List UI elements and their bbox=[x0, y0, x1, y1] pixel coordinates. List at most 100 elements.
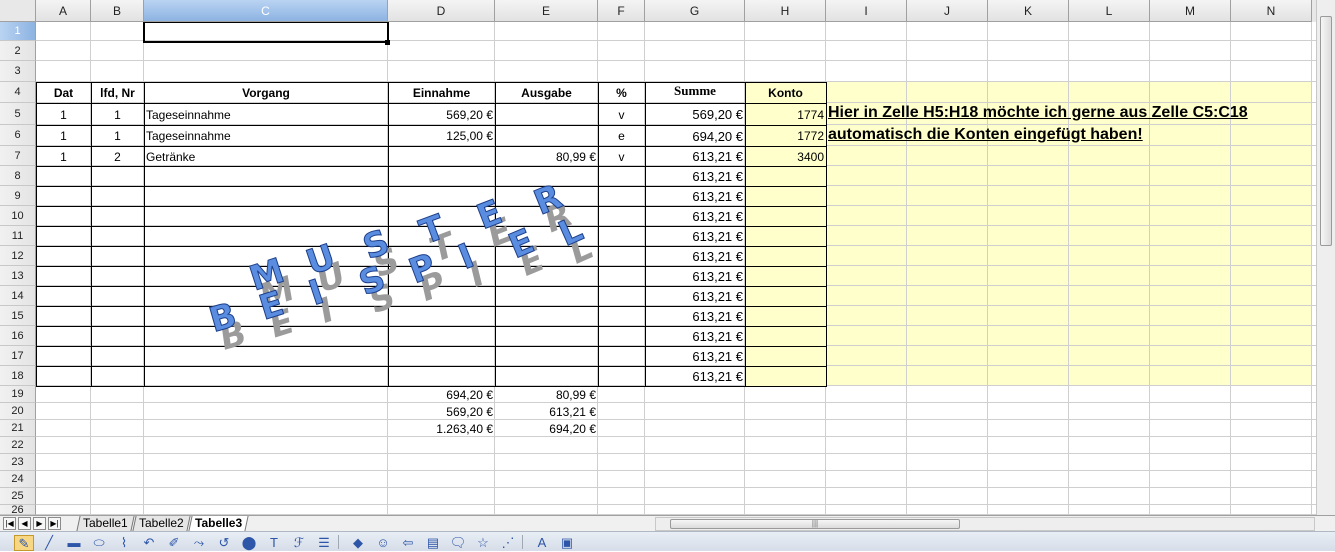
from-file-icon[interactable]: ▣ bbox=[557, 535, 577, 551]
cell-summe[interactable]: 613,21 € bbox=[645, 346, 745, 366]
column-header-d[interactable]: D bbox=[388, 0, 495, 22]
sheet-tab-tabelle2[interactable]: Tabelle2 bbox=[132, 516, 191, 531]
row-header-8[interactable]: 8 bbox=[0, 166, 36, 186]
text-icon[interactable]: T bbox=[264, 535, 284, 551]
connector-icon[interactable]: ⤳ bbox=[189, 535, 209, 551]
total-ausgabe[interactable]: 613,21 € bbox=[495, 403, 598, 420]
header-percent[interactable]: % bbox=[598, 82, 645, 103]
column-header-b[interactable]: B bbox=[91, 0, 144, 22]
cell-einnahme[interactable] bbox=[388, 146, 495, 166]
row-header-19[interactable]: 19 bbox=[0, 386, 36, 403]
row-header-2[interactable]: 2 bbox=[0, 41, 36, 61]
cell-summe[interactable]: 613,21 € bbox=[645, 186, 745, 206]
header-dat[interactable]: Dat bbox=[36, 82, 91, 103]
column-header-f[interactable]: F bbox=[598, 0, 645, 22]
pen-icon[interactable]: ✐ bbox=[164, 535, 184, 551]
cell-percent[interactable]: v bbox=[598, 146, 645, 166]
total-einnahme[interactable]: 694,20 € bbox=[388, 386, 495, 403]
row-header-10[interactable]: 10 bbox=[0, 206, 36, 226]
row-header-4[interactable]: 4 bbox=[0, 82, 36, 103]
horizontal-scrollbar[interactable]: ||| bbox=[655, 517, 1315, 531]
sheet-tab-tabelle1[interactable]: Tabelle1 bbox=[76, 516, 135, 531]
cell-summe[interactable]: 613,21 € bbox=[645, 286, 745, 306]
arc-icon[interactable]: ↺ bbox=[214, 535, 234, 551]
header-lfd-nr[interactable]: lfd, Nr bbox=[91, 82, 144, 103]
basic-shapes-icon[interactable]: ◆ bbox=[348, 535, 368, 551]
column-header-l[interactable]: L bbox=[1069, 0, 1150, 22]
column-header-a[interactable]: A bbox=[36, 0, 91, 22]
last-sheet-button[interactable]: ▶| bbox=[48, 517, 61, 530]
cell-dat[interactable]: 1 bbox=[36, 125, 91, 146]
selected-cell-c1[interactable] bbox=[143, 21, 389, 43]
cell-einnahme[interactable]: 569,20 € bbox=[388, 103, 495, 125]
select-all-corner[interactable] bbox=[0, 0, 36, 22]
cell-lfd[interactable]: 1 bbox=[91, 125, 144, 146]
vertical-scrollbar[interactable] bbox=[1316, 0, 1335, 515]
cell-percent[interactable]: v bbox=[598, 103, 645, 125]
column-header-m[interactable]: M bbox=[1150, 0, 1231, 22]
cell-dat[interactable]: 1 bbox=[36, 146, 91, 166]
freeform-icon[interactable]: ⌇ bbox=[114, 535, 134, 551]
cell-summe[interactable]: 613,21 € bbox=[645, 366, 745, 386]
sheet-tab-tabelle3[interactable]: Tabelle3 bbox=[188, 516, 249, 531]
points-icon[interactable]: ⋰ bbox=[498, 535, 518, 551]
column-header-k[interactable]: K bbox=[988, 0, 1069, 22]
cell-summe[interactable]: 613,21 € bbox=[645, 226, 745, 246]
note-line-2[interactable]: automatisch die Konten eingefügt haben! bbox=[828, 126, 1143, 144]
flowchart-icon[interactable]: ▤ bbox=[423, 535, 443, 551]
cell-dat[interactable]: 1 bbox=[36, 103, 91, 125]
stars-icon[interactable]: ☆ bbox=[473, 535, 493, 551]
row-header-24[interactable]: 24 bbox=[0, 471, 36, 488]
vertical-scroll-thumb[interactable] bbox=[1320, 16, 1332, 246]
total-einnahme[interactable]: 1.263,40 € bbox=[388, 420, 495, 437]
row-header-25[interactable]: 25 bbox=[0, 488, 36, 505]
fill-handle[interactable] bbox=[385, 40, 390, 45]
column-header-i[interactable]: I bbox=[826, 0, 907, 22]
row-header-15[interactable]: 15 bbox=[0, 306, 36, 326]
row-header-3[interactable]: 3 bbox=[0, 61, 36, 82]
row-header-6[interactable]: 6 bbox=[0, 125, 36, 146]
cell-summe[interactable]: 613,21 € bbox=[645, 306, 745, 326]
header-summe[interactable]: Summe bbox=[645, 82, 745, 103]
row-header-23[interactable]: 23 bbox=[0, 454, 36, 471]
cell-grid[interactable]: 1 2 3 4 5 6 7 8 9 10 11 12 13 14 15 16 17 18 19 20 21 22 23 24 2… bbox=[0, 0, 1316, 515]
cell-summe[interactable]: 694,20 € bbox=[645, 125, 745, 146]
ellipse-icon[interactable]: ⬭ bbox=[89, 535, 109, 551]
line-icon[interactable]: ╱ bbox=[39, 535, 59, 551]
bubble-icon[interactable]: ⬤ bbox=[239, 535, 259, 551]
row-header-1[interactable]: 1 bbox=[0, 22, 36, 41]
next-sheet-button[interactable]: ▶ bbox=[33, 517, 46, 530]
cell-summe[interactable]: 613,21 € bbox=[645, 206, 745, 226]
cell-percent[interactable]: e bbox=[598, 125, 645, 146]
first-sheet-button[interactable]: |◀ bbox=[3, 517, 16, 530]
total-ausgabe[interactable]: 694,20 € bbox=[495, 420, 598, 437]
row-header-26[interactable]: 26 bbox=[0, 505, 36, 515]
total-einnahme[interactable]: 569,20 € bbox=[388, 403, 495, 420]
cell-ausgabe[interactable] bbox=[495, 125, 598, 146]
cell-vorgang[interactable]: Getränke bbox=[144, 146, 388, 166]
horizontal-scroll-thumb[interactable]: ||| bbox=[670, 519, 960, 529]
row-header-13[interactable]: 13 bbox=[0, 266, 36, 286]
comment-icon[interactable]: ☰ bbox=[314, 535, 334, 551]
row-header-17[interactable]: 17 bbox=[0, 346, 36, 366]
cell-summe[interactable]: 613,21 € bbox=[645, 146, 745, 166]
row-header-16[interactable]: 16 bbox=[0, 326, 36, 346]
cell-vorgang[interactable]: Tageseinnahme bbox=[144, 103, 388, 125]
header-vorgang[interactable]: Vorgang bbox=[144, 82, 388, 103]
cell-konto[interactable]: 1774 bbox=[745, 103, 826, 125]
row-header-22[interactable]: 22 bbox=[0, 437, 36, 454]
column-header-e[interactable]: E bbox=[495, 0, 598, 22]
column-header-n[interactable]: N bbox=[1231, 0, 1312, 22]
cell-vorgang[interactable]: Tageseinnahme bbox=[144, 125, 388, 146]
header-einnahme[interactable]: Einnahme bbox=[388, 82, 495, 103]
cell-lfd[interactable]: 1 bbox=[91, 103, 144, 125]
row-header-11[interactable]: 11 bbox=[0, 226, 36, 246]
cell-ausgabe[interactable]: 80,99 € bbox=[495, 146, 598, 166]
row-header-20[interactable]: 20 bbox=[0, 403, 36, 420]
cell-konto[interactable]: 1772 bbox=[745, 125, 826, 146]
block-arrows-icon[interactable]: ⇦ bbox=[398, 535, 418, 551]
header-konto[interactable]: Konto bbox=[745, 82, 826, 103]
cell-einnahme[interactable]: 125,00 € bbox=[388, 125, 495, 146]
column-header-h[interactable]: H bbox=[745, 0, 826, 22]
column-header-c[interactable]: C bbox=[144, 0, 388, 22]
